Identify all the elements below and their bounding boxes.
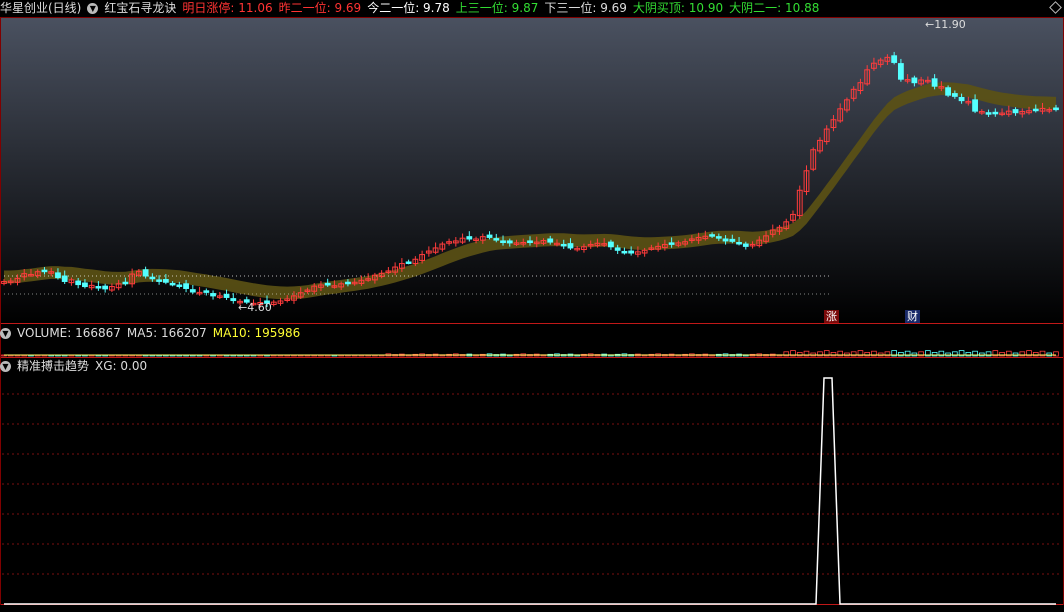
candle-body [122, 281, 129, 285]
candle-body [189, 289, 196, 293]
candle-body [55, 272, 61, 279]
candle-body [931, 78, 938, 87]
indicator-lines [2, 377, 1062, 605]
candle-body [742, 243, 749, 247]
candle-body [1032, 108, 1039, 112]
candle-body [466, 236, 473, 240]
candle-body [992, 111, 999, 115]
indicator-panel-name: 精准搏击趋势 [17, 359, 90, 373]
candle-body [486, 234, 493, 238]
candle-body [722, 238, 729, 242]
candle-body [567, 243, 574, 249]
candle-body [608, 241, 614, 248]
ma10-label: MA10: 195986 [212, 326, 301, 340]
candle-body [621, 250, 628, 254]
candle-body [162, 279, 169, 283]
candle-body [169, 282, 176, 286]
candle-body [1053, 107, 1059, 111]
candle-body [945, 87, 952, 96]
candle-body [547, 238, 554, 243]
candle-body [985, 112, 992, 115]
candle-body [142, 269, 149, 277]
xg-label: XG: 0.00 [95, 359, 148, 373]
candle-body [324, 282, 331, 286]
candle-body [628, 250, 635, 254]
candle-body [715, 236, 722, 239]
candle-body [729, 238, 736, 242]
candle-body [736, 241, 742, 245]
candle-body [560, 243, 567, 247]
candle-body [891, 55, 898, 63]
candle-body [41, 269, 48, 273]
candle-body [951, 93, 958, 97]
candle-body [183, 283, 189, 289]
chart-canvas[interactable]: ←11.90 ←4.60 [0, 0, 1064, 612]
candle-body [405, 261, 412, 264]
candle-body [345, 281, 351, 285]
candle-body [75, 280, 82, 286]
candle-body [82, 282, 88, 288]
candle-body [1012, 109, 1019, 114]
candle-body [897, 63, 904, 80]
volume-header: ▼ VOLUME: 166867 MA5: 166207 MA10: 195986 [0, 325, 306, 341]
candle-body [972, 99, 978, 112]
candle-body [493, 238, 500, 241]
candle-body [176, 284, 183, 287]
candle-body [95, 286, 102, 289]
candle-body [149, 276, 156, 280]
indicator-panel-menu-icon[interactable]: ▼ [0, 361, 11, 372]
volume-label: VOLUME: 166867 [17, 326, 121, 340]
candle-body [911, 77, 918, 84]
candle-body [210, 293, 216, 297]
candle-body [102, 285, 109, 290]
candle-body [61, 275, 68, 282]
badge-cai[interactable]: 财 [905, 310, 920, 323]
badge-zhang[interactable]: 涨 [824, 310, 839, 323]
low-price-label: ←4.60 [238, 301, 272, 314]
candle-body [156, 279, 163, 282]
candle-body [527, 240, 533, 243]
candle-body [500, 240, 506, 243]
candle-body [709, 234, 715, 237]
volume-menu-icon[interactable]: ▼ [0, 328, 11, 339]
candle-body [230, 298, 237, 302]
xg-signal-line [4, 377, 1056, 605]
high-price-label: ←11.90 [925, 18, 966, 31]
candle-body [203, 290, 210, 293]
indicator-header: ▼ 精准搏击趋势 XG: 0.00 [0, 358, 153, 374]
candle-body [958, 97, 965, 102]
candle-body [506, 240, 513, 244]
candle-body [668, 242, 675, 245]
candle-body [223, 293, 230, 298]
ma5-label: MA5: 166207 [126, 326, 207, 340]
candle-body [614, 247, 621, 251]
volume-bars [1, 350, 1059, 357]
